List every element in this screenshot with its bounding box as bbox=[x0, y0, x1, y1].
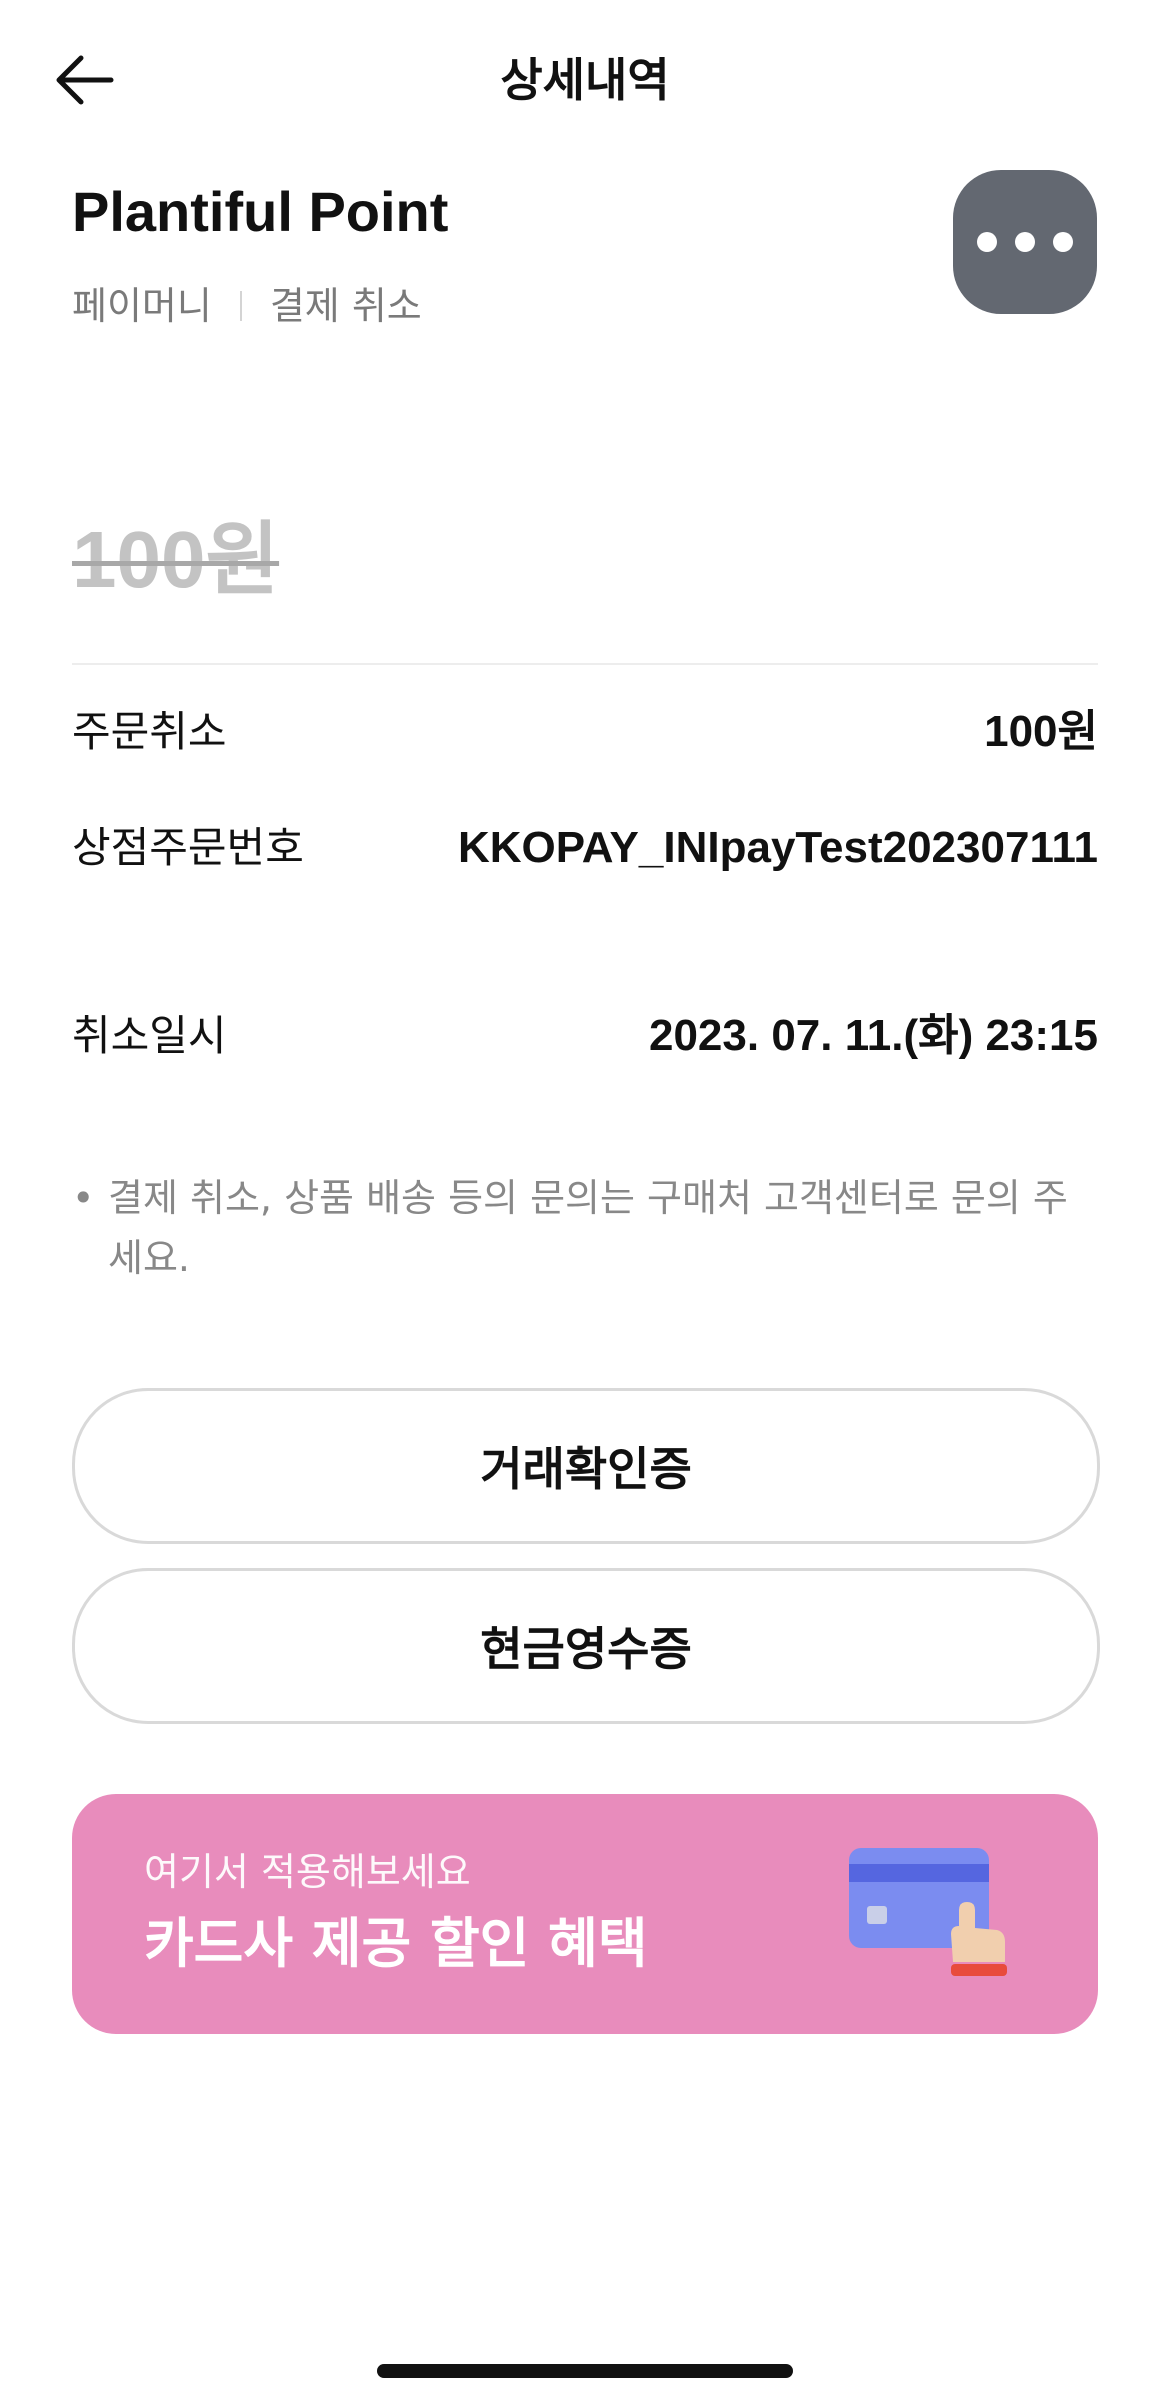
more-horizontal-icon-dot bbox=[1015, 232, 1035, 252]
cancelled-amount: 100원 bbox=[72, 515, 280, 604]
merchant-name: Plantiful Point bbox=[72, 180, 449, 243]
promo-subtitle: 여기서 적용해보세요 bbox=[144, 1850, 471, 1894]
promo-title: 카드사 제공 할인 혜택 bbox=[144, 1912, 648, 1975]
detail-label-order-cancel: 주문취소 bbox=[72, 707, 227, 756]
notice-text: 결제 취소, 상품 배송 등의 문의는 구매처 고객센터로 문의 주세요. bbox=[108, 1176, 1068, 1280]
more-horizontal-icon bbox=[977, 232, 997, 252]
detail-value-order-cancel: 100원 bbox=[984, 707, 1098, 756]
transaction-status-label: 결제 취소 bbox=[269, 284, 422, 328]
detail-label-merchant-order-number: 상점주문번호 bbox=[72, 823, 304, 872]
meta-divider bbox=[239, 291, 242, 321]
detail-value-merchant-order-number: KKOPAY_INIpayTest202307111 bbox=[457, 823, 1098, 872]
more-horizontal-icon-dot bbox=[1053, 232, 1073, 252]
divider bbox=[72, 663, 1098, 665]
page-title: 상세내역 bbox=[500, 53, 670, 107]
more-options-button[interactable] bbox=[953, 170, 1097, 314]
merchant-meta: 페이머니 결제 취소 bbox=[72, 278, 422, 334]
card-tap-icon bbox=[849, 1848, 1007, 1976]
card-discount-promo-banner[interactable]: 여기서 적용해보세요 카드사 제공 할인 혜택 bbox=[72, 1794, 1098, 2034]
payment-method-label: 페이머니 bbox=[72, 284, 212, 328]
cash-receipt-button[interactable]: 현금영수증 bbox=[72, 1568, 1100, 1724]
home-indicator bbox=[377, 2364, 793, 2378]
notice: • 결제 취소, 상품 배송 등의 문의는 구매처 고객센터로 문의 주세요. bbox=[72, 1168, 1098, 1288]
transaction-certificate-button[interactable]: 거래확인증 bbox=[72, 1388, 1100, 1544]
detail-label-cancel-datetime: 취소일시 bbox=[72, 1011, 227, 1060]
notice-bullet: • bbox=[72, 1176, 95, 1220]
detail-value-cancel-datetime: 2023. 07. 11.(화) 23:15 bbox=[648, 1011, 1098, 1060]
